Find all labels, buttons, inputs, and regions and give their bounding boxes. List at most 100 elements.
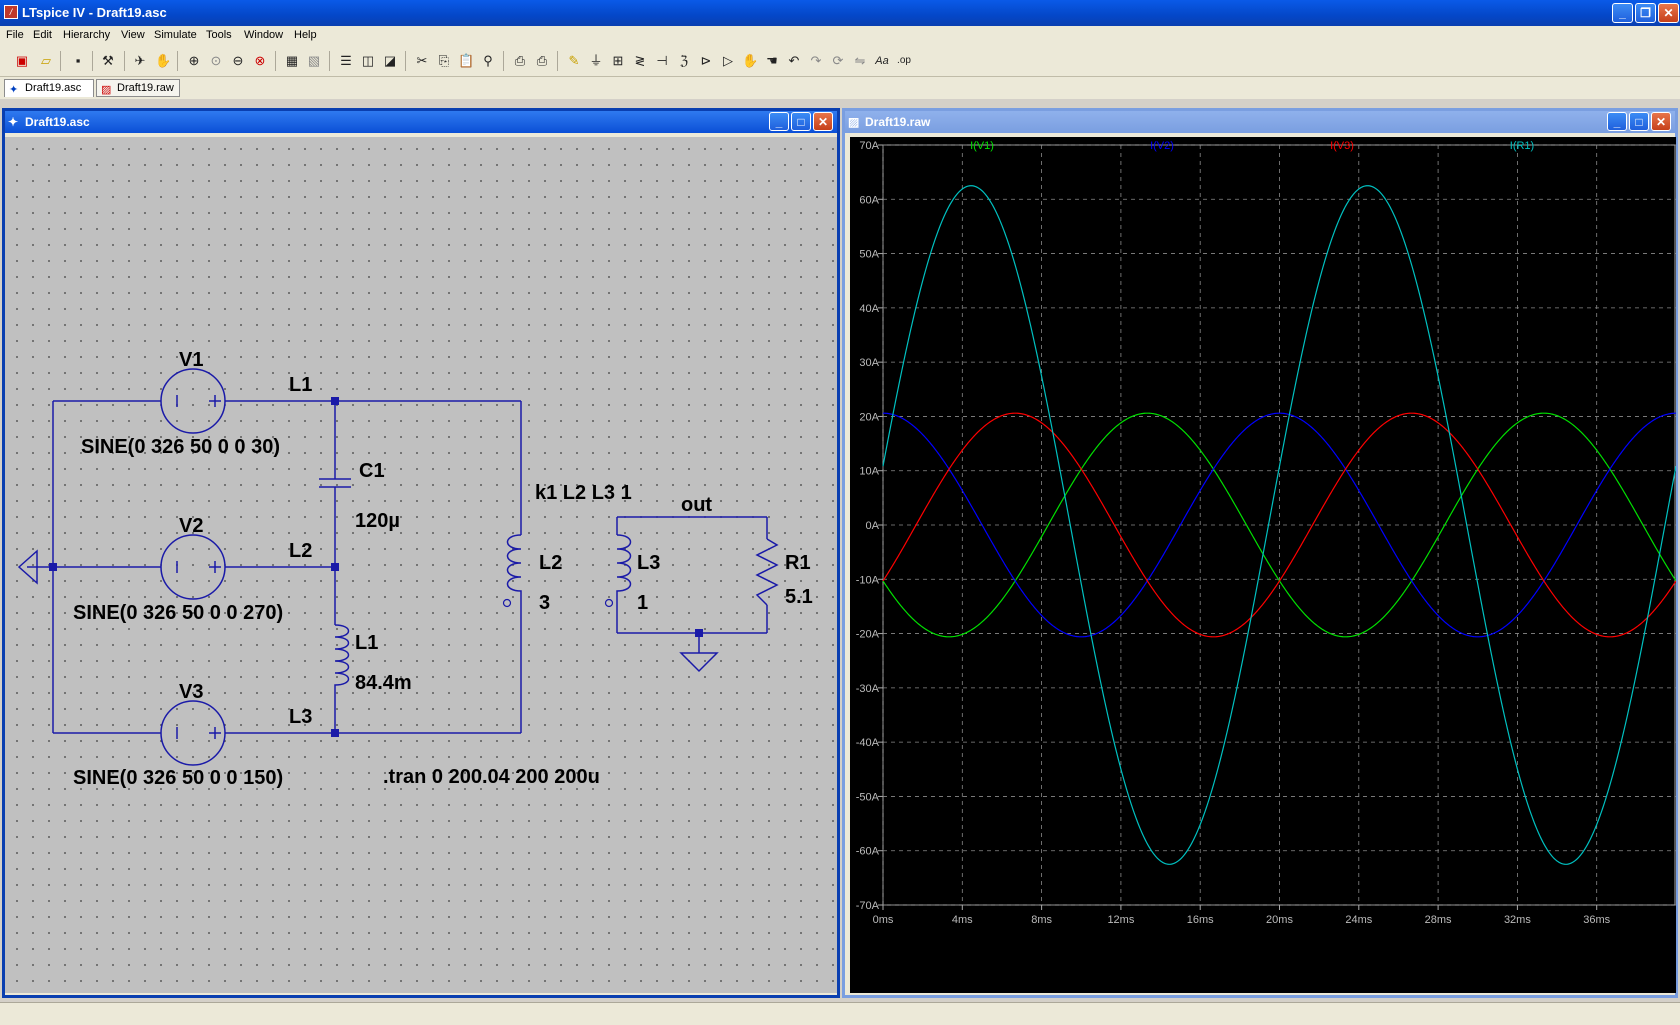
drag-icon[interactable]: ☚	[764, 53, 780, 69]
schematic-window-controls: _ □ ✕	[769, 112, 833, 131]
resistor-icon[interactable]: ≷	[632, 53, 648, 69]
menu-simulate[interactable]: Simulate	[154, 29, 197, 41]
toolbar: ▣ ▱ ▪ ⚒ ✈ ✋ ⊕ ⊙ ⊖ ⊗ ▦ ▧ ☰ ◫ ◪ ✂ ⎘ 📋 ⚲ ⎙ …	[0, 46, 1680, 77]
pan-icon[interactable]: ⊙	[208, 53, 224, 69]
find-icon[interactable]: ⚲	[480, 53, 496, 69]
y-tick-label: -60A	[856, 846, 880, 858]
open-folder-icon[interactable]: ▱	[38, 53, 54, 69]
maximize-icon[interactable]: □	[791, 112, 811, 131]
schematic-window-title-bar: ✦ Draft19.asc _ □ ✕	[5, 111, 837, 133]
l1-name: L1	[355, 632, 378, 654]
restore-icon[interactable]: ❐	[1635, 3, 1656, 23]
draw-wire-icon[interactable]: ✎	[566, 53, 582, 69]
label-net-icon[interactable]: ⊞	[610, 53, 626, 69]
cascade-icon[interactable]: ◪	[382, 53, 398, 69]
tab-waveform-label: Draft19.raw	[117, 82, 174, 94]
zoom-fit-icon[interactable]: ⊗	[252, 53, 268, 69]
menu-help[interactable]: Help	[294, 29, 317, 41]
waveform-plot[interactable]: 70A 60A 50A 40A 30A 20A 10A 0A -10A -20A -30A -40A -…	[850, 137, 1677, 993]
text-icon[interactable]: Aa	[874, 53, 890, 69]
menu-view[interactable]: View	[121, 29, 145, 41]
close-icon[interactable]: ✕	[1658, 3, 1679, 23]
v1-value: SINE(0 326 50 0 0 30)	[81, 436, 280, 458]
l3-phase-dot	[604, 598, 614, 608]
cut-icon[interactable]: ✂	[414, 53, 430, 69]
v2-value: SINE(0 326 50 0 0 270)	[73, 602, 283, 624]
move-icon[interactable]: ✋	[742, 53, 758, 69]
l2-phase-dot	[502, 598, 512, 608]
out-net-label[interactable]: out	[681, 494, 712, 516]
rotate-icon[interactable]: ⟳	[830, 53, 846, 69]
component-icon[interactable]: ▷	[720, 53, 736, 69]
ltspice-icon: /	[4, 5, 18, 19]
zoom-out-icon[interactable]: ⊖	[230, 53, 246, 69]
minimize-icon[interactable]: _	[769, 112, 789, 131]
spice-directive-icon[interactable]: .op	[896, 53, 912, 69]
halt-icon[interactable]: ✋	[155, 53, 171, 69]
grid-icon[interactable]: ▧	[306, 53, 322, 69]
new-schematic-icon[interactable]: ▣	[14, 53, 30, 69]
tile-horizontal-icon[interactable]: ☰	[338, 53, 354, 69]
save-icon[interactable]: ▪	[70, 53, 86, 69]
legend-entry: I(V3)	[1330, 140, 1354, 152]
l3-value: 1	[637, 592, 648, 614]
ground-icon[interactable]: ⏚	[588, 53, 604, 69]
coupling-directive[interactable]: k1 L2 L3 1	[535, 482, 632, 504]
inductor-icon[interactable]: ℨ	[676, 53, 692, 69]
menu-file[interactable]: File	[6, 29, 24, 41]
close-icon[interactable]: ✕	[813, 112, 833, 131]
plot-legend: I(V1) I(V2) I(V3) I(R1)	[970, 140, 1534, 152]
y-tick-label: -20A	[856, 629, 880, 641]
schematic-canvas[interactable]: V1 SINE(0 326 50 0 0 30) L1 V2 SINE(0 32…	[5, 137, 837, 993]
l2-value: 3	[539, 592, 550, 614]
menu-bar: File Edit Hierarchy View Simulate Tools …	[0, 26, 1680, 46]
waveform-window-icon: ▨	[848, 115, 860, 129]
redo-icon[interactable]: ↷	[808, 53, 824, 69]
capacitor-icon[interactable]: ⊣	[654, 53, 670, 69]
document-tabs: ✦ Draft19.asc ▨ Draft19.raw	[0, 77, 1680, 99]
close-icon[interactable]: ✕	[1651, 112, 1671, 131]
tran-directive[interactable]: .tran 0 200.04 200 200u	[383, 766, 600, 788]
inductor-l1[interactable]	[334, 624, 350, 699]
l1-value: 84.4m	[355, 672, 412, 694]
menu-tools[interactable]: Tools	[206, 29, 232, 41]
diode-icon[interactable]: ⊳	[698, 53, 714, 69]
c1-value: 120µ	[355, 510, 400, 532]
print-icon[interactable]: ⎙	[534, 53, 550, 69]
net-label-l3: L3	[289, 706, 312, 728]
menu-window[interactable]: Window	[244, 29, 283, 41]
maximize-icon[interactable]: □	[1629, 112, 1649, 131]
menu-edit[interactable]: Edit	[33, 29, 52, 41]
control-panel-icon[interactable]: ⚒	[100, 53, 116, 69]
x-tick-label: 32ms	[1504, 914, 1531, 926]
inductor-l2[interactable]	[506, 534, 522, 607]
capacitor-c1[interactable]	[319, 478, 351, 488]
paste-icon[interactable]: 📋	[458, 53, 474, 69]
tab-schematic[interactable]: ✦ Draft19.asc	[4, 79, 94, 97]
waveform-window-controls: _ □ ✕	[1607, 112, 1671, 131]
minimize-icon[interactable]: _	[1612, 3, 1633, 23]
resistor-r1[interactable]	[755, 538, 779, 606]
legend-entry: I(V1)	[970, 140, 994, 152]
copy-icon[interactable]: ⎘	[436, 53, 452, 69]
waveform-chart: 70A 60A 50A 40A 30A 20A 10A 0A -10A -20A -30A -40A -…	[856, 140, 1677, 926]
app-title: LTspice IV - Draft19.asc	[22, 5, 167, 20]
net-label-l1: L1	[289, 374, 312, 396]
tab-waveform[interactable]: ▨ Draft19.raw	[96, 79, 180, 97]
y-tick-label: -40A	[856, 737, 880, 749]
run-icon[interactable]: ✈	[132, 53, 148, 69]
minimize-icon[interactable]: _	[1607, 112, 1627, 131]
autorange-icon[interactable]: ▦	[284, 53, 300, 69]
tab-schematic-label: Draft19.asc	[25, 82, 82, 94]
x-tick-label: 28ms	[1425, 914, 1452, 926]
zoom-in-icon[interactable]: ⊕	[186, 53, 202, 69]
waveform-tab-icon: ▨	[101, 84, 112, 96]
ground-symbol[interactable]	[679, 652, 719, 673]
menu-hierarchy[interactable]: Hierarchy	[63, 29, 110, 41]
mirror-icon[interactable]: ⇋	[852, 53, 868, 69]
inductor-l3[interactable]	[616, 534, 632, 607]
undo-icon[interactable]: ↶	[786, 53, 802, 69]
c1-name: C1	[359, 460, 385, 482]
tile-vertical-icon[interactable]: ◫	[360, 53, 376, 69]
print-setup-icon[interactable]: ⎙	[512, 53, 528, 69]
